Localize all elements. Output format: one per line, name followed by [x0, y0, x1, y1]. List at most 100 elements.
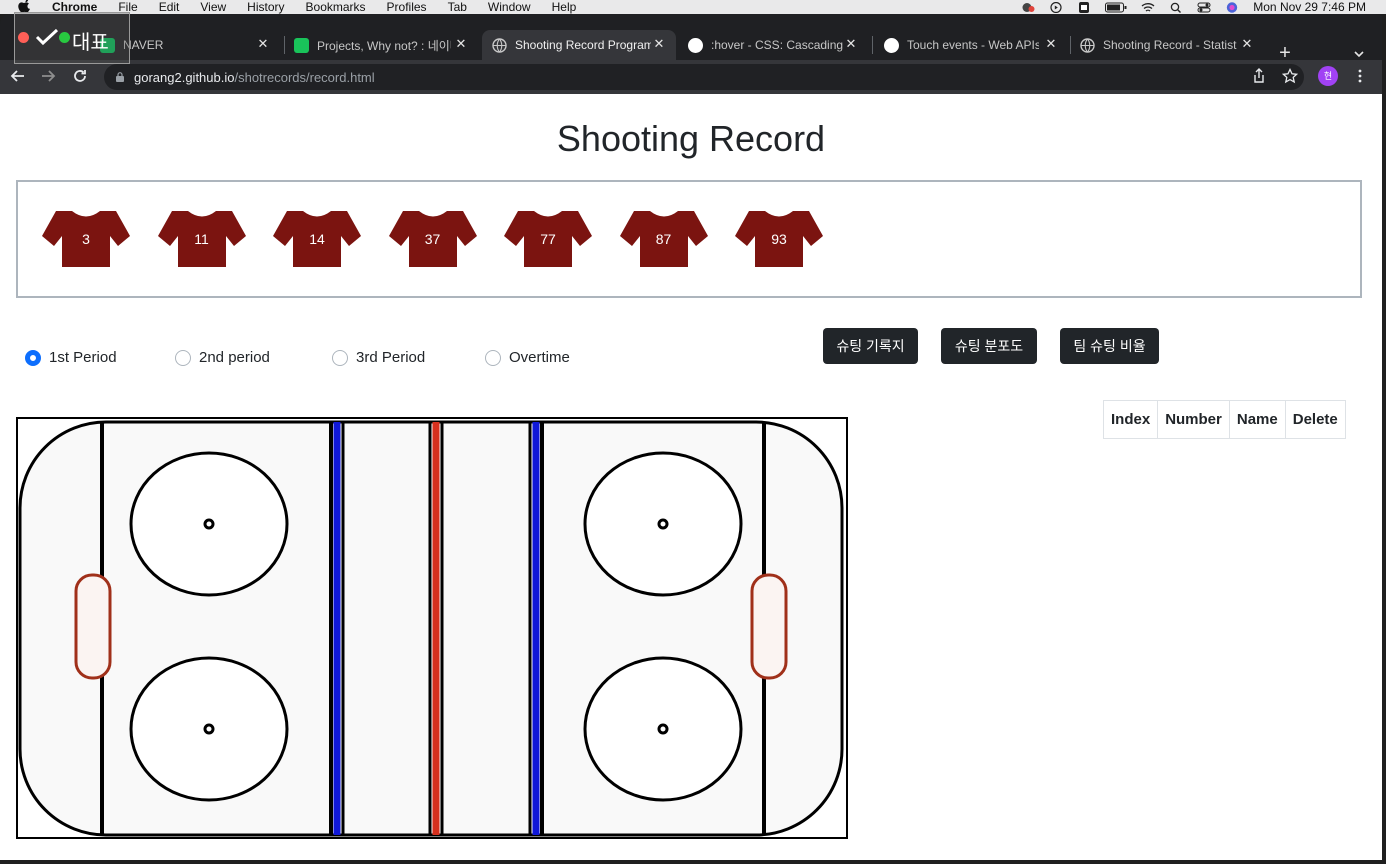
close-window-dot[interactable] [18, 32, 29, 43]
tab-projects[interactable]: Projects, Why not? : 네이버 ✕ [294, 30, 478, 60]
spotlight-search-icon[interactable] [1169, 2, 1183, 13]
period-radio[interactable] [175, 349, 191, 366]
team-shooting-ratio-button[interactable]: 팀 슈팅 비율 [1060, 328, 1159, 364]
wifi-icon[interactable] [1141, 2, 1155, 13]
hockey-rink[interactable] [16, 417, 848, 839]
tab-shooting-record-statistics[interactable]: Shooting Record - Statistics ✕ [1080, 30, 1264, 60]
left-goal-crease [74, 573, 112, 680]
tab-close-icon[interactable]: ✕ [256, 37, 270, 51]
window-edge [0, 860, 1386, 864]
tab-title: :hover - CSS: Cascading Sty [711, 38, 845, 52]
web-page: Shooting Record 3 11 14 37 77 87 93 1st Period… [0, 94, 1382, 860]
menu-history[interactable]: History [247, 1, 284, 13]
mdn-icon [884, 37, 899, 53]
tab-close-icon[interactable]: ✕ [1044, 37, 1058, 51]
tab-title: Projects, Why not? : 네이버 [317, 38, 451, 53]
tab-close-icon[interactable]: ✕ [1240, 37, 1254, 51]
player-jersey[interactable]: 87 [619, 208, 708, 270]
period-option[interactable]: Overtime [485, 349, 570, 366]
player-jersey[interactable]: 77 [504, 208, 592, 270]
period-option[interactable]: 1st Period [25, 349, 117, 366]
period-label: Overtime [509, 349, 570, 366]
period-label: 2nd period [199, 349, 270, 366]
period-option[interactable]: 3rd Period [332, 349, 425, 366]
checkmark-icon [35, 28, 59, 46]
tab-close-icon[interactable]: ✕ [652, 37, 666, 51]
chrome-toolbar: gorang2.github.io/shotrecords/record.htm… [0, 60, 1386, 94]
jersey-number: 37 [424, 231, 441, 247]
period-radio[interactable] [332, 349, 348, 366]
period-option[interactable]: 2nd period [175, 349, 270, 366]
menu-window[interactable]: Window [488, 1, 531, 13]
shooting-record-sheet-button[interactable]: 슈팅 기록지 [823, 328, 918, 364]
menu-help[interactable]: Help [552, 1, 577, 13]
faceoff-dot [657, 723, 669, 735]
maximize-window-dot[interactable] [59, 32, 70, 43]
right-goal-crease [750, 573, 788, 680]
profile-avatar[interactable]: 현 [1318, 66, 1338, 86]
menu-tab[interactable]: Tab [448, 1, 467, 13]
tab-close-icon[interactable]: ✕ [454, 37, 468, 51]
mdn-icon [688, 37, 703, 53]
period-radio[interactable] [485, 349, 501, 366]
tab-shooting-record-program[interactable]: Shooting Record Program ✕ [482, 30, 676, 60]
notification-icon[interactable] [1021, 2, 1035, 13]
jersey-number: 77 [540, 231, 556, 247]
play-icon[interactable] [1049, 1, 1063, 13]
faceoff-dot [203, 723, 215, 735]
column-header-number: Number [1157, 400, 1230, 439]
reload-icon[interactable] [70, 66, 90, 86]
tab-title: Shooting Record - Statistics [1103, 38, 1237, 52]
chrome-menu-icon[interactable] [1352, 68, 1368, 84]
player-jersey[interactable]: 93 [735, 208, 823, 270]
tab-close-icon[interactable]: ✕ [844, 37, 858, 51]
input-method-icon[interactable] [1077, 1, 1091, 13]
overlay-label: 대표 [72, 32, 109, 54]
address-bar[interactable]: gorang2.github.io/shotrecords/record.htm… [104, 64, 1304, 90]
chat-icon [294, 37, 309, 53]
tab-separator [284, 36, 285, 54]
page-title: Shooting Record [556, 118, 826, 159]
floating-overlay-widget[interactable]: 대표 [14, 12, 130, 64]
jersey-number: 93 [771, 231, 787, 247]
column-header-delete: Delete [1284, 400, 1346, 439]
jersey-number: 87 [655, 231, 672, 247]
battery-icon[interactable] [1105, 2, 1127, 13]
bookmark-star-icon[interactable] [1282, 68, 1298, 84]
lock-icon[interactable] [116, 72, 124, 82]
window-edge [1382, 14, 1386, 864]
tab-title: Touch events - Web APIs [907, 38, 1039, 52]
player-jersey[interactable]: 11 [157, 208, 246, 270]
shooting-distribution-button[interactable]: 슈팅 분포도 [941, 328, 1037, 364]
menu-view[interactable]: View [200, 1, 226, 13]
period-label: 3rd Period [356, 349, 426, 366]
shot-record-table: Index Number Name Delete [1102, 400, 1346, 439]
player-jersey[interactable]: 14 [273, 208, 361, 270]
globe-icon [492, 37, 507, 53]
siri-icon[interactable] [1225, 1, 1239, 13]
url-text[interactable]: gorang2.github.io/shotrecords/record.htm… [134, 70, 375, 85]
share-icon[interactable] [1251, 68, 1267, 84]
tab-title: Shooting Record Program [515, 38, 651, 52]
menubar-clock[interactable]: Mon Nov 29 7:46 PM [1253, 0, 1366, 14]
tab-touch-events[interactable]: Touch events - Web APIs ✕ [884, 30, 1068, 60]
column-header-index: Index [1102, 400, 1159, 439]
menu-bookmarks[interactable]: Bookmarks [306, 1, 366, 13]
player-jersey[interactable]: 37 [388, 208, 477, 270]
menu-profiles[interactable]: Profiles [387, 1, 427, 13]
jersey-number: 3 [82, 231, 90, 247]
tab-css-hover[interactable]: :hover - CSS: Cascading Sty ✕ [688, 30, 868, 60]
macos-menu-bar: Chrome File Edit View History Bookmarks … [0, 0, 1386, 14]
menu-edit[interactable]: Edit [159, 1, 180, 13]
back-arrow-icon[interactable] [8, 66, 28, 86]
period-label: 1st Period [49, 349, 117, 366]
forward-arrow-icon[interactable] [38, 66, 58, 86]
tab-search-chevron-icon[interactable] [1352, 48, 1366, 60]
player-jersey[interactable]: 3 [42, 208, 130, 270]
period-radio[interactable] [25, 349, 41, 366]
tab-separator [1070, 36, 1071, 54]
faceoff-dot [657, 518, 669, 530]
table-header-row: Index Number Name Delete [1102, 400, 1346, 439]
control-center-icon[interactable] [1197, 2, 1211, 13]
jersey-number: 11 [194, 231, 209, 247]
